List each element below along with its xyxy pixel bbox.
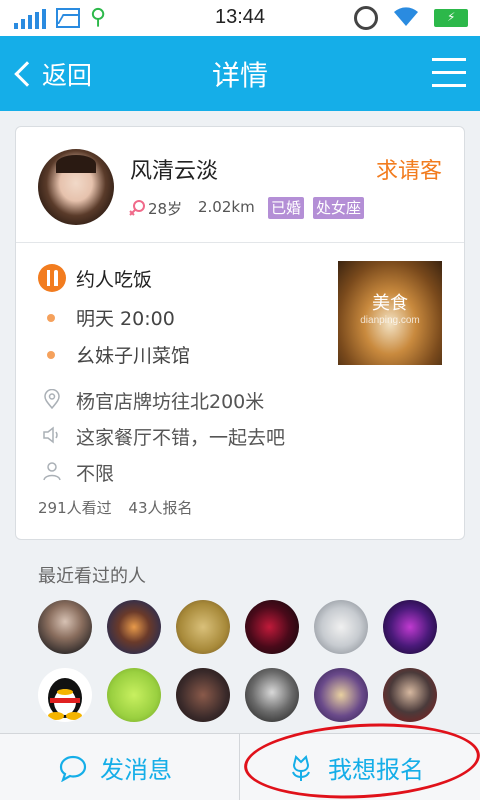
age: 28岁	[148, 200, 183, 218]
page-title: 详情	[211, 59, 268, 92]
person-icon	[43, 462, 61, 481]
user-name: 风清云淡	[130, 159, 219, 184]
menu-button[interactable]	[432, 58, 466, 88]
viewer-avatar[interactable]	[383, 668, 437, 722]
event-requirement: 不限	[76, 463, 115, 485]
view-count: 291人看过	[38, 499, 112, 517]
alarm-icon	[354, 6, 378, 30]
meal-icon	[38, 264, 66, 292]
bullet-icon	[47, 351, 55, 359]
tag-marital-status: 已婚	[268, 197, 305, 219]
viewer-avatar[interactable]	[176, 668, 230, 722]
recent-viewers-title: 最近看过的人	[38, 566, 146, 587]
tag-zodiac: 处女座	[313, 197, 365, 219]
nav-bar: 返回 详情	[0, 36, 480, 111]
viewer-avatar[interactable]	[38, 600, 92, 654]
send-message-label: 发消息	[100, 756, 172, 784]
event-message: 这家餐厅不错，一起去吧	[76, 427, 286, 449]
treat-label: 求请客	[375, 159, 442, 184]
divider	[239, 734, 240, 800]
detail-card: 风清云淡 求请客 28岁 2.02km 已婚 处女座 约人吃饭 明天 20:00…	[15, 126, 465, 540]
status-bar: ⚲ 13:44 ⚡	[0, 0, 480, 36]
wifi-icon	[392, 4, 420, 33]
penguin-icon	[48, 678, 82, 720]
viewer-avatar[interactable]	[176, 600, 230, 654]
food-photo-watermark: dianping.com	[360, 315, 420, 326]
event-stats: 291人看过 43人报名	[38, 497, 205, 518]
viewer-avatar[interactable]	[245, 600, 299, 654]
bullet-icon	[47, 314, 55, 322]
viewer-avatar[interactable]	[245, 668, 299, 722]
signup-count: 43人报名	[128, 499, 193, 517]
distance: 2.02km	[198, 198, 255, 216]
viewer-avatar[interactable]	[314, 668, 368, 722]
event-address[interactable]: 杨官店牌坊往北200米	[76, 387, 264, 414]
avatar[interactable]	[38, 149, 114, 225]
location-icon	[44, 389, 60, 409]
viewer-avatar[interactable]	[38, 668, 92, 722]
chat-bubble-icon	[59, 755, 87, 782]
speaker-icon	[43, 426, 58, 444]
divider	[16, 242, 464, 243]
battery-icon: ⚡	[434, 9, 468, 27]
viewer-avatar[interactable]	[107, 668, 161, 722]
viewer-avatar[interactable]	[314, 600, 368, 654]
send-message-button[interactable]: 发消息	[58, 734, 172, 800]
viewer-avatar[interactable]	[107, 600, 161, 654]
food-photo-label: 美食	[372, 293, 408, 314]
event-title: 约人吃饭	[76, 269, 153, 291]
event-venue[interactable]: 幺妹子川菜馆	[76, 341, 190, 368]
food-photo[interactable]: 美食 dianping.com	[338, 261, 442, 365]
event-time: 明天 20:00	[76, 308, 175, 330]
viewer-avatar[interactable]	[383, 600, 437, 654]
female-icon	[129, 200, 145, 216]
